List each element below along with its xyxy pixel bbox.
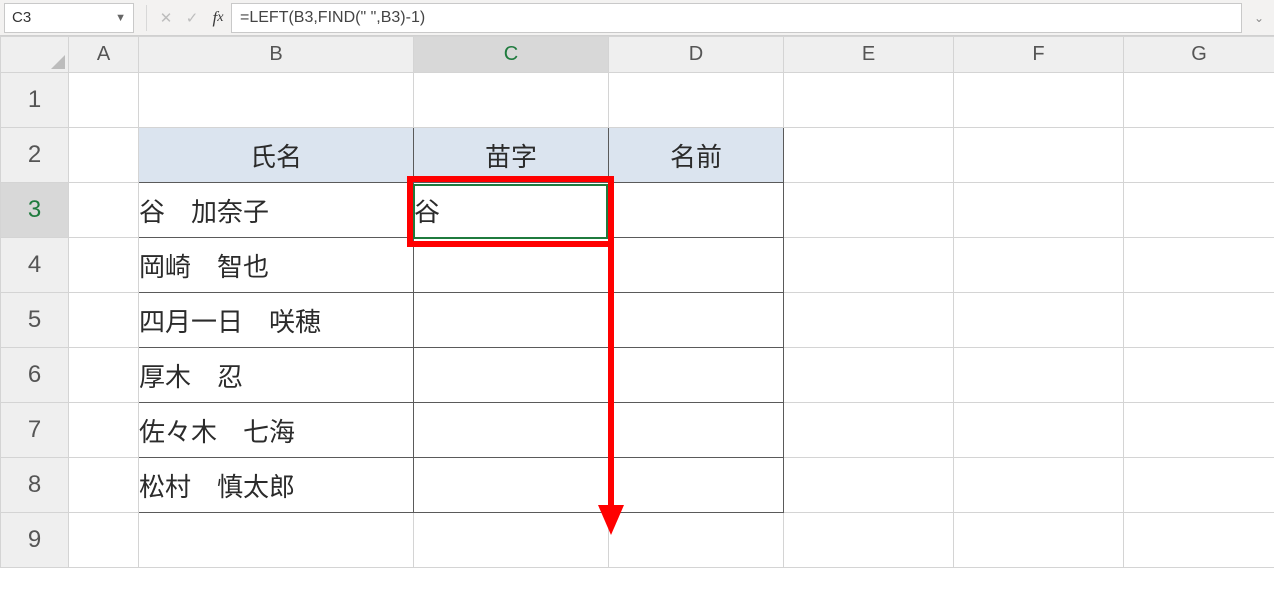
cell-G5[interactable]: [1124, 293, 1274, 348]
cell-G4[interactable]: [1124, 238, 1274, 293]
cell-A8[interactable]: [69, 458, 139, 513]
cell-F4[interactable]: [954, 238, 1124, 293]
cell-F2[interactable]: [954, 128, 1124, 183]
select-all-corner[interactable]: [1, 37, 69, 73]
cell-B3[interactable]: 谷 加奈子: [139, 183, 414, 238]
row-header-8[interactable]: 8: [1, 458, 69, 513]
cell-D7[interactable]: [609, 403, 784, 458]
cell-D5[interactable]: [609, 293, 784, 348]
cell-B8[interactable]: 松村 慎太郎: [139, 458, 414, 513]
row-header-3[interactable]: 3: [1, 183, 69, 238]
row-header-7[interactable]: 7: [1, 403, 69, 458]
row-header-1[interactable]: 1: [1, 73, 69, 128]
cancel-icon[interactable]: ✕: [153, 3, 179, 33]
cell-F5[interactable]: [954, 293, 1124, 348]
row-header-6[interactable]: 6: [1, 348, 69, 403]
cell-D1[interactable]: [609, 73, 784, 128]
cell-C7[interactable]: [414, 403, 609, 458]
cell-D9[interactable]: [609, 513, 784, 568]
cell-A9[interactable]: [69, 513, 139, 568]
row-header-9[interactable]: 9: [1, 513, 69, 568]
cell-G2[interactable]: [1124, 128, 1274, 183]
cell-B4[interactable]: 岡崎 智也: [139, 238, 414, 293]
cell-C9[interactable]: [414, 513, 609, 568]
cell-E2[interactable]: [784, 128, 954, 183]
cell-C6[interactable]: [414, 348, 609, 403]
cell-B9[interactable]: [139, 513, 414, 568]
cell-E9[interactable]: [784, 513, 954, 568]
cell-D6[interactable]: [609, 348, 784, 403]
cell-F7[interactable]: [954, 403, 1124, 458]
separator: [146, 5, 147, 31]
cell-B5[interactable]: 四月一日 咲穂: [139, 293, 414, 348]
cell-E3[interactable]: [784, 183, 954, 238]
col-header-F[interactable]: F: [954, 37, 1124, 73]
col-header-D[interactable]: D: [609, 37, 784, 73]
cell-G3[interactable]: [1124, 183, 1274, 238]
formula-input[interactable]: =LEFT(B3,FIND(" ",B3)-1): [231, 3, 1242, 33]
cell-D8[interactable]: [609, 458, 784, 513]
formula-bar: C3 ▼ ✕ ✓ fx =LEFT(B3,FIND(" ",B3)-1) ⌄: [0, 0, 1274, 36]
cell-C1[interactable]: [414, 73, 609, 128]
cell-C4[interactable]: [414, 238, 609, 293]
col-header-G[interactable]: G: [1124, 37, 1274, 73]
cell-F8[interactable]: [954, 458, 1124, 513]
formula-text: =LEFT(B3,FIND(" ",B3)-1): [240, 9, 425, 27]
cell-G9[interactable]: [1124, 513, 1274, 568]
cell-B1[interactable]: [139, 73, 414, 128]
enter-icon[interactable]: ✓: [179, 3, 205, 33]
cell-G1[interactable]: [1124, 73, 1274, 128]
cell-C2[interactable]: 苗字: [414, 128, 609, 183]
cell-A1[interactable]: [69, 73, 139, 128]
col-header-C[interactable]: C: [414, 37, 609, 73]
cell-E8[interactable]: [784, 458, 954, 513]
expand-formula-bar-icon[interactable]: ⌄: [1248, 11, 1270, 25]
cell-A3[interactable]: [69, 183, 139, 238]
cell-D2[interactable]: 名前: [609, 128, 784, 183]
cell-B2[interactable]: 氏名: [139, 128, 414, 183]
col-header-E[interactable]: E: [784, 37, 954, 73]
cell-G6[interactable]: [1124, 348, 1274, 403]
cell-E4[interactable]: [784, 238, 954, 293]
cell-A5[interactable]: [69, 293, 139, 348]
cell-F9[interactable]: [954, 513, 1124, 568]
row-header-2[interactable]: 2: [1, 128, 69, 183]
cell-D4[interactable]: [609, 238, 784, 293]
cell-F6[interactable]: [954, 348, 1124, 403]
cell-B6[interactable]: 厚木 忍: [139, 348, 414, 403]
fx-icon[interactable]: fx: [205, 3, 231, 33]
name-box-value: C3: [12, 9, 31, 26]
cell-G8[interactable]: [1124, 458, 1274, 513]
cell-G7[interactable]: [1124, 403, 1274, 458]
cell-E7[interactable]: [784, 403, 954, 458]
cell-D3[interactable]: [609, 183, 784, 238]
name-box[interactable]: C3 ▼: [4, 3, 134, 33]
col-header-B[interactable]: B: [139, 37, 414, 73]
cell-E5[interactable]: [784, 293, 954, 348]
cell-F3[interactable]: [954, 183, 1124, 238]
dropdown-icon[interactable]: ▼: [115, 12, 126, 24]
cell-C5[interactable]: [414, 293, 609, 348]
cell-F1[interactable]: [954, 73, 1124, 128]
column-header-row: A B C D E F G: [1, 37, 1274, 73]
cell-A6[interactable]: [69, 348, 139, 403]
cell-C8[interactable]: [414, 458, 609, 513]
cell-E6[interactable]: [784, 348, 954, 403]
row-header-4[interactable]: 4: [1, 238, 69, 293]
worksheet-grid[interactable]: A B C D E F G 1 2: [0, 36, 1274, 602]
cell-A4[interactable]: [69, 238, 139, 293]
col-header-A[interactable]: A: [69, 37, 139, 73]
cell-A2[interactable]: [69, 128, 139, 183]
row-header-5[interactable]: 5: [1, 293, 69, 348]
cell-B7[interactable]: 佐々木 七海: [139, 403, 414, 458]
cell-A7[interactable]: [69, 403, 139, 458]
cell-E1[interactable]: [784, 73, 954, 128]
cell-C3[interactable]: 谷: [414, 183, 609, 238]
